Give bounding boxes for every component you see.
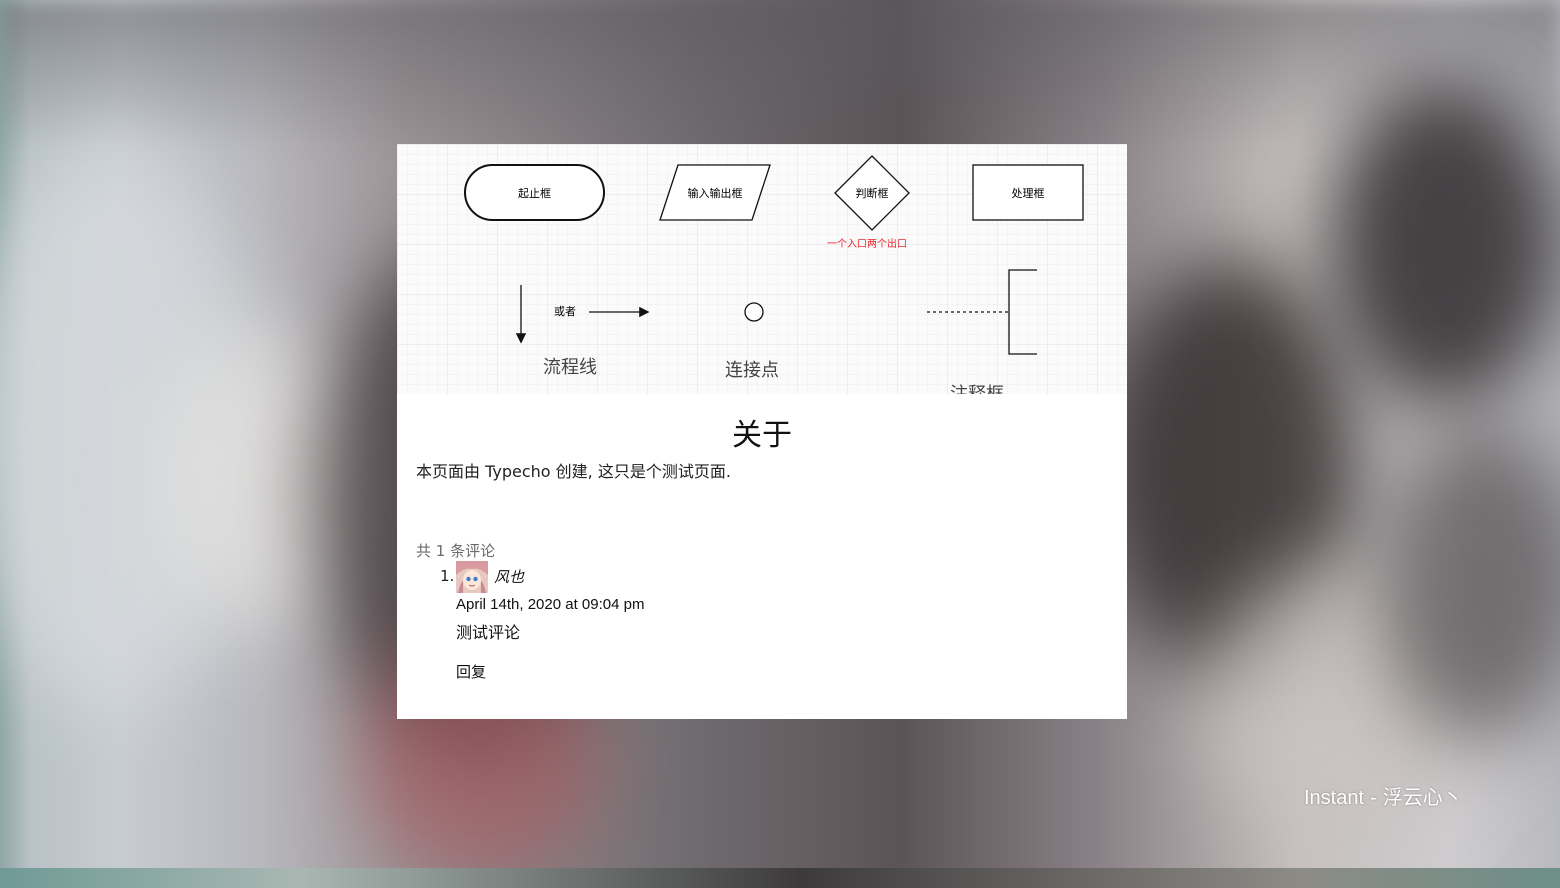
flowchart-symbols-image: 起止框 输入输出框 判断框 一个入口两个出口 处理框 或者 流程线 连接点 xyxy=(397,144,1127,394)
decision-label: 判断框 xyxy=(856,186,889,200)
io-shape: 输入输出框 xyxy=(659,164,771,221)
page-title: 关于 xyxy=(732,418,792,453)
page-card: 起止框 输入输出框 判断框 一个入口两个出口 处理框 或者 流程线 连接点 关于… xyxy=(397,144,1127,719)
reply-link[interactable]: 回复 xyxy=(456,661,486,682)
decision-note: 一个入口两个出口 xyxy=(827,237,907,250)
flowline-label: 流程线 xyxy=(543,357,597,378)
owner-link[interactable]: 浮云心丶 xyxy=(1383,787,1463,809)
avatar[interactable] xyxy=(456,561,488,593)
terminator-label: 起止框 xyxy=(518,187,551,200)
site-footer: Instant - 浮云心丶 xyxy=(1304,781,1463,810)
comments-count: 共 1 条评论 xyxy=(416,542,496,560)
annotation-label: 注释框 xyxy=(950,384,1004,394)
connector-label: 连接点 xyxy=(725,360,779,381)
footer-separator: - xyxy=(1370,787,1377,809)
process-shape: 处理框 xyxy=(972,164,1084,221)
terminator-shape: 起止框 xyxy=(464,164,605,221)
comment-author[interactable]: 风也 xyxy=(494,566,524,587)
comment-number: 1. xyxy=(440,567,455,585)
or-label: 或者 xyxy=(554,305,576,318)
comment-text: 测试评论 xyxy=(456,623,521,642)
io-label: 输入输出框 xyxy=(688,186,743,200)
comment-date[interactable]: April 14th, 2020 at 09:04 pm xyxy=(456,596,644,613)
process-label: 处理框 xyxy=(1012,187,1045,200)
page-content: 本页面由 Typecho 创建, 这只是个测试页面. xyxy=(416,462,731,481)
site-name-link[interactable]: Instant xyxy=(1304,787,1364,809)
